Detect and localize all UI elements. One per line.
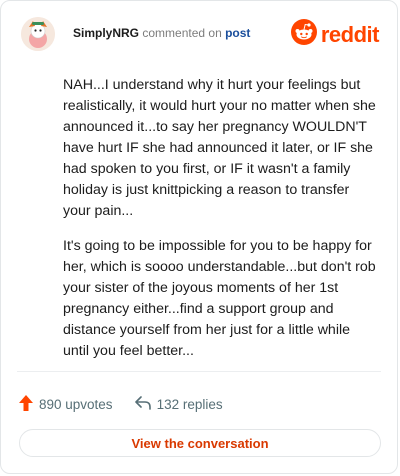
meta-action: commented on <box>142 26 222 40</box>
comment-paragraph-1: NAH...I understand why it hurt your feel… <box>63 77 376 219</box>
reddit-logo[interactable]: reddit <box>290 19 380 50</box>
reddit-logo-text: reddit <box>320 21 380 47</box>
comment-body: NAH...I understand why it hurt your feel… <box>63 75 379 376</box>
divider <box>17 371 381 372</box>
reddit-logo-icon <box>290 19 317 50</box>
avatar[interactable] <box>21 17 55 51</box>
post-link[interactable]: post <box>225 26 250 40</box>
comment-paragraph-2: It's going to be impossible for you to b… <box>63 238 376 359</box>
upvote-arrow-icon <box>19 394 33 414</box>
replies-stat[interactable]: 132 replies <box>134 395 223 413</box>
upvotes-stat[interactable]: 890 upvotes <box>19 394 113 414</box>
comment-card: SimplyNRG commented on post reddit NAH..… <box>0 0 398 474</box>
comment-meta: SimplyNRG commented on post <box>73 26 250 40</box>
upvotes-count: 890 upvotes <box>39 396 113 412</box>
comment-header: SimplyNRG commented on post reddit <box>15 15 383 55</box>
comment-stats: 890 upvotes 132 replies <box>19 394 245 414</box>
reply-arrow-icon <box>134 395 151 413</box>
replies-count: 132 replies <box>156 396 223 412</box>
username-link[interactable]: SimplyNRG <box>73 26 139 40</box>
view-conversation-button[interactable]: View the conversation <box>19 429 381 457</box>
